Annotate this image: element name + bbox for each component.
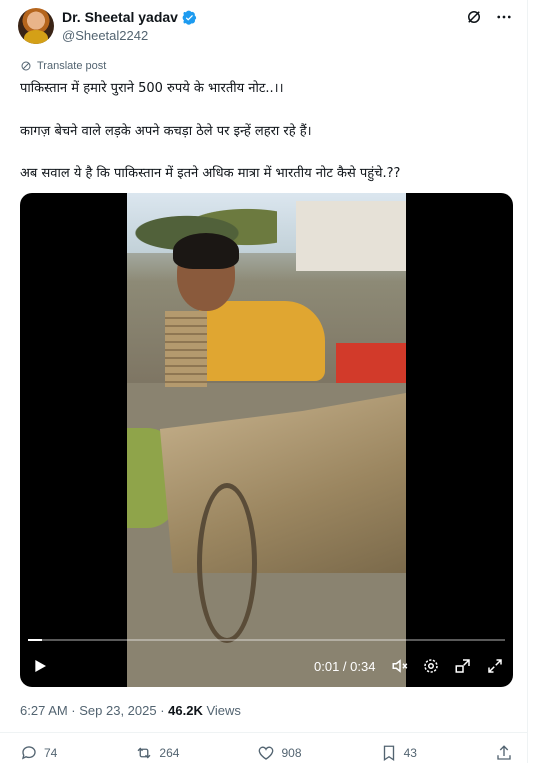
share-icon <box>497 745 511 760</box>
repost-count: 264 <box>159 746 180 760</box>
tweet-card: Dr. Sheetal yadav @Sheetal2242 Translate… <box>0 0 528 763</box>
translate-label: Translate post <box>37 60 107 72</box>
like-icon <box>259 746 274 760</box>
video-progress-fill <box>28 639 43 641</box>
view-count: 46.2K <box>168 703 203 718</box>
repost-button[interactable]: 264 <box>135 744 179 762</box>
reply-icon <box>21 746 36 760</box>
post-text-line: पाकिस्तान में हमारे पुराने 500 रुपये के … <box>20 81 284 96</box>
minimize-icon[interactable] <box>454 657 472 675</box>
action-bar: 74 264 908 43 <box>20 744 513 762</box>
translate-post-link[interactable]: Translate post <box>20 60 106 72</box>
bookmark-count: 43 <box>403 746 417 760</box>
grok-icon[interactable] <box>465 8 483 26</box>
play-icon[interactable] <box>32 658 48 674</box>
bookmark-icon <box>383 745 394 762</box>
post-timestamp[interactable]: 6:27 AM · Sep 23, 2025 · <box>20 703 168 718</box>
share-button[interactable] <box>495 744 513 762</box>
author-handle[interactable]: @Sheetal2242 <box>62 28 148 43</box>
reply-count: 74 <box>44 746 58 760</box>
video-progress-bar[interactable] <box>28 639 505 641</box>
reply-button[interactable]: 74 <box>20 744 57 762</box>
fullscreen-icon[interactable] <box>486 657 504 675</box>
like-button[interactable]: 908 <box>257 744 302 762</box>
verified-badge-icon <box>182 10 197 25</box>
avatar[interactable] <box>18 8 54 44</box>
video-frame <box>127 193 406 687</box>
volume-icon[interactable] <box>391 657 409 675</box>
settings-icon[interactable] <box>422 657 440 675</box>
views-label: Views <box>202 703 241 718</box>
repost-icon <box>137 747 151 759</box>
more-icon[interactable] <box>495 8 513 26</box>
divider <box>0 732 528 733</box>
author-name[interactable]: Dr. Sheetal yadav <box>62 9 178 25</box>
post-meta: 6:27 AM · Sep 23, 2025 · 46.2K Views <box>20 703 241 718</box>
author-name-row: Dr. Sheetal yadav <box>62 9 197 25</box>
post-text-line: कागज़ बेचने वाले लड़के अपने कचड़ा ठेले प… <box>20 124 312 139</box>
like-count: 908 <box>281 746 302 760</box>
video-player[interactable]: 0:01 / 0:34 <box>20 193 513 687</box>
bookmark-button[interactable]: 43 <box>380 744 417 762</box>
post-text-line: अब सवाल ये है कि पाकिस्तान में इतने अधिक… <box>20 166 401 181</box>
translate-icon <box>21 61 31 71</box>
video-time: 0:01 / 0:34 <box>314 659 376 674</box>
